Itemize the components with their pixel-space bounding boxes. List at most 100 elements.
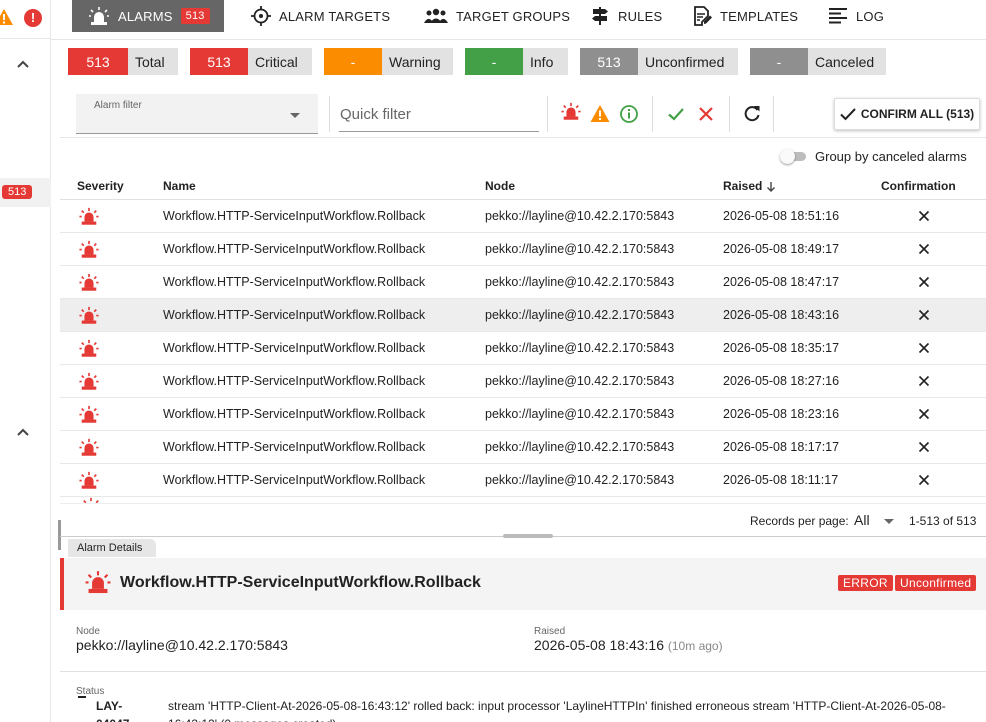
unconfirmed-x-icon[interactable] (918, 342, 930, 354)
left-panel: ! 513 (0, 0, 51, 722)
table-row[interactable]: Workflow.HTTP-ServiceInputWorkflow.Rollb… (60, 299, 986, 332)
unconfirmed-filter-icon[interactable] (696, 104, 716, 124)
cell-name: Workflow.HTTP-ServiceInputWorkflow.Rollb… (163, 308, 426, 322)
cell-name: Workflow.HTTP-ServiceInputWorkflow.Rollb… (163, 407, 426, 421)
tab-label: TEMPLATES (720, 8, 799, 24)
cell-node: pekko://layline@10.42.2.170:5843 (485, 308, 675, 322)
error-icon[interactable]: ! (24, 9, 42, 27)
column-header-severity[interactable]: Severity (77, 179, 124, 193)
sidebar-alarm-count-row[interactable]: 513 (0, 178, 51, 207)
unconfirmed-x-icon[interactable] (918, 441, 930, 453)
warning-filter-icon[interactable] (590, 104, 610, 124)
tab-templates[interactable]: TEMPLATES (692, 0, 798, 32)
quick-filter-input[interactable] (339, 98, 539, 132)
critical-alarm-icon (79, 372, 99, 390)
confirmed-filter-icon[interactable] (666, 104, 686, 124)
unconfirmed-x-icon[interactable] (918, 276, 930, 288)
cell-node: pekko://layline@10.42.2.170:5843 (485, 275, 675, 289)
alarm-siren-icon (89, 7, 109, 25)
collapse-minus-icon[interactable] (78, 696, 86, 698)
records-per-page-select[interactable]: All (854, 512, 870, 528)
warning-icon[interactable] (0, 8, 14, 26)
table-row[interactable]: Workflow.HTTP-ServiceInputWorkflow.Rollb… (60, 200, 986, 233)
tab-label: RULES (618, 8, 663, 24)
panel-splitter[interactable] (60, 534, 986, 539)
dropdown-caret-icon[interactable] (884, 519, 894, 524)
unconfirmed-x-icon[interactable] (918, 375, 930, 387)
tab-alarm-targets[interactable]: ALARM TARGETS (251, 0, 390, 32)
column-header-confirmation[interactable]: Confirmation (881, 179, 956, 193)
table-row[interactable]: Workflow.HTTP-ServiceInputWorkflow.Rollb… (60, 398, 986, 431)
alarm-filter-label: Alarm filter (94, 100, 142, 111)
alarm-filter-select[interactable]: Alarm filter (76, 94, 318, 134)
counter-label: Total (128, 48, 178, 75)
unconfirmed-x-icon[interactable] (918, 309, 930, 321)
column-header-node[interactable]: Node (485, 179, 515, 193)
cell-raised: 2026-05-08 18:49:17 (723, 242, 840, 256)
critical-alarm-icon (79, 207, 99, 225)
tab-log[interactable]: LOG (828, 0, 884, 32)
counter-unconfirmed[interactable]: 513 Unconfirmed (580, 48, 738, 75)
alarm-details-tab[interactable]: Alarm Details (68, 539, 157, 557)
toggle-switch[interactable] (780, 149, 806, 164)
details-divider (60, 671, 986, 672)
node-value: pekko://layline@10.42.2.170:5843 (76, 637, 288, 653)
critical-alarm-icon (85, 571, 111, 594)
left-divider (0, 38, 51, 39)
critical-alarm-icon (79, 306, 99, 324)
cell-name: Workflow.HTTP-ServiceInputWorkflow.Rollb… (163, 242, 426, 256)
table-body: Workflow.HTTP-ServiceInputWorkflow.Rollb… (60, 200, 986, 497)
counter-total[interactable]: 513 Total (68, 48, 178, 75)
critical-alarm-icon (79, 240, 99, 258)
unconfirmed-x-icon[interactable] (918, 408, 930, 420)
table-row[interactable]: Workflow.HTTP-ServiceInputWorkflow.Rollb… (60, 266, 986, 299)
counter-warning[interactable]: - Warning (324, 48, 453, 75)
table-row[interactable]: Workflow.HTTP-ServiceInputWorkflow.Rollb… (60, 365, 986, 398)
app-root: ! 513 ALARMS 513 ALARM TARGETS TARGET GR… (0, 0, 986, 722)
sort-descending-icon[interactable] (766, 181, 776, 193)
critical-alarm-icon (79, 438, 99, 456)
column-header-raised[interactable]: Raised (723, 179, 762, 193)
counter-label: Canceled (808, 48, 886, 75)
tab-rules[interactable]: RULES (590, 0, 662, 32)
tab-target-groups[interactable]: TARGET GROUPS (424, 0, 570, 32)
cell-name: Workflow.HTTP-ServiceInputWorkflow.Rollb… (163, 275, 426, 289)
counter-canceled[interactable]: - Canceled (750, 48, 886, 75)
critical-alarm-icon (79, 339, 99, 357)
divider (729, 96, 730, 132)
group-by-canceled-toggle[interactable]: Group by canceled alarms (780, 146, 967, 166)
panel-resize-grip[interactable] (58, 520, 61, 550)
checkmark-icon (840, 108, 856, 121)
filter-bar: Alarm filter CONFIRM ALL (513) (60, 86, 986, 138)
counter-critical[interactable]: 513 Critical (190, 48, 312, 75)
cell-raised: 2026-05-08 18:23:16 (723, 407, 840, 421)
cell-raised: 2026-05-08 18:17:17 (723, 440, 840, 454)
raised-ago: (10m ago) (667, 639, 723, 653)
confirm-all-label: CONFIRM ALL (513) (860, 107, 975, 121)
column-header-name[interactable]: Name (163, 179, 196, 193)
cell-name: Workflow.HTTP-ServiceInputWorkflow.Rollb… (163, 440, 426, 454)
table-row[interactable]: Workflow.HTTP-ServiceInputWorkflow.Rollb… (60, 431, 986, 464)
critical-filter-icon[interactable] (561, 102, 581, 122)
chevron-up-icon[interactable] (16, 425, 30, 439)
sidebar-alarm-count-badge: 513 (2, 185, 33, 199)
unconfirmed-x-icon[interactable] (918, 474, 930, 486)
table-row[interactable]: Workflow.HTTP-ServiceInputWorkflow.Rollb… (60, 464, 986, 497)
chevron-up-icon[interactable] (16, 57, 30, 71)
tab-label: LOG (856, 8, 885, 24)
severity-badge: ERROR (838, 575, 893, 591)
splitter-handle[interactable] (503, 534, 553, 538)
refresh-icon[interactable] (742, 104, 762, 124)
table-row[interactable]: Workflow.HTTP-ServiceInputWorkflow.Rollb… (60, 332, 986, 365)
counter-info[interactable]: - Info (465, 48, 568, 75)
alarm-table: Severity Name Node Raised Confirmation W… (60, 176, 986, 503)
info-filter-icon[interactable] (619, 104, 639, 124)
cell-node: pekko://layline@10.42.2.170:5843 (485, 440, 675, 454)
tab-alarms[interactable]: ALARMS 513 (72, 0, 224, 32)
table-row[interactable]: Workflow.HTTP-ServiceInputWorkflow.Rollb… (60, 233, 986, 266)
unconfirmed-x-icon[interactable] (918, 243, 930, 255)
critical-alarm-icon (79, 273, 99, 291)
confirm-all-button[interactable]: CONFIRM ALL (513) (834, 98, 980, 130)
unconfirmed-x-icon[interactable] (918, 210, 930, 222)
divider (329, 96, 330, 132)
